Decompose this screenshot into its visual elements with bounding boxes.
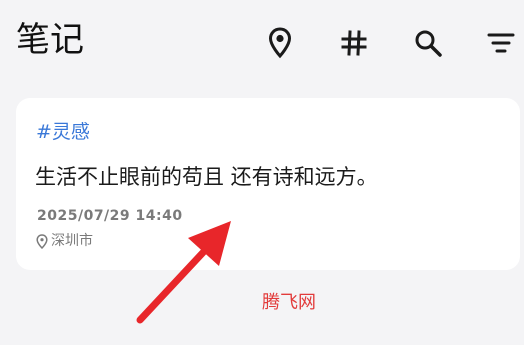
location-label: 深圳市 (51, 233, 93, 249)
note-card[interactable]: #灵感 生活不止眼前的苟且 还有诗和远方。 2025/07/29 14:40 深… (16, 98, 520, 270)
app-header: 笔记 (0, 0, 524, 86)
search-button[interactable] (413, 26, 443, 60)
page-title: 笔记 (16, 20, 84, 60)
location-pin-icon (268, 27, 292, 59)
note-content: 生活不止眼前的苟且 还有诗和远方。 (35, 165, 378, 189)
note-datetime: 2025/07/29 14:40 (37, 208, 183, 224)
hashtag-button[interactable] (339, 26, 369, 60)
location-pin-icon (36, 233, 48, 249)
filter-button[interactable] (486, 26, 516, 60)
filter-icon (487, 33, 515, 53)
note-tag[interactable]: #灵感 (36, 119, 90, 145)
search-icon (415, 30, 442, 57)
note-location: 深圳市 (36, 231, 93, 251)
hashtag-icon (341, 30, 367, 56)
watermark-text: 腾飞网 (262, 292, 316, 313)
location-button[interactable] (265, 26, 295, 60)
